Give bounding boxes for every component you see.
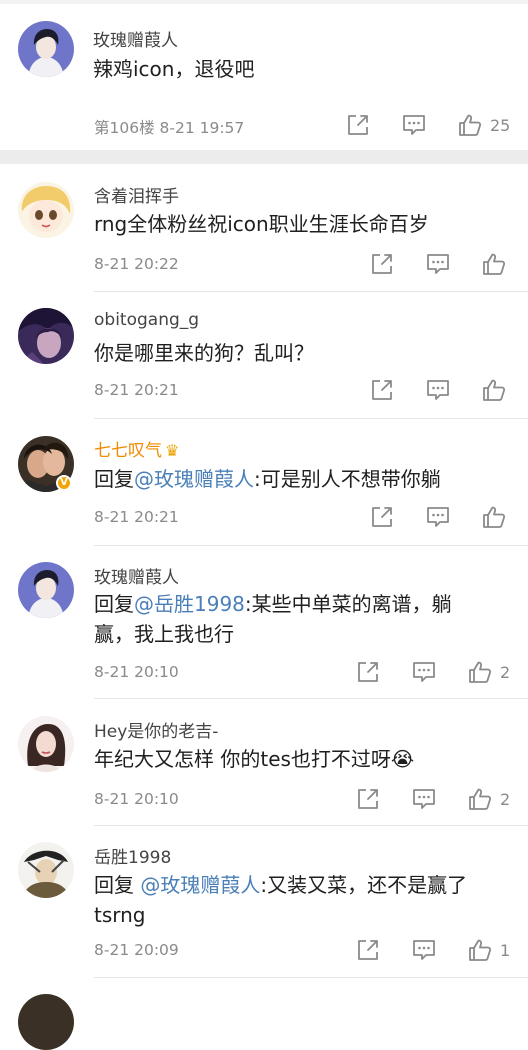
thumbs-up-icon[interactable] [481, 251, 507, 277]
thumbs-up-icon[interactable] [457, 112, 483, 138]
comment-icon[interactable] [411, 659, 437, 685]
comment-icon[interactable] [425, 251, 451, 277]
comment-floor-time: 第106楼 8-21 19:57 [94, 119, 245, 137]
reply-text: 回复@岳胜1998:某些中单菜的离谱，躺 赢，我上我也行 [94, 592, 452, 646]
repost-icon[interactable] [355, 659, 381, 685]
thumbs-up-icon[interactable] [467, 937, 493, 963]
repost-icon[interactable] [369, 504, 395, 530]
thumbs-up-icon[interactable] [481, 377, 507, 403]
reply-username[interactable]: 七七叹气 ♛ [94, 436, 179, 461]
reply-time: 8-21 20:10 [94, 790, 179, 808]
thumbs-up-icon[interactable] [467, 786, 493, 812]
like-count: 2 [500, 663, 511, 682]
reply-divider [94, 291, 528, 292]
reply-divider [94, 977, 528, 978]
thumbs-up-icon[interactable] [481, 504, 507, 530]
reply-divider [94, 418, 528, 419]
comment-icon[interactable] [411, 937, 437, 963]
repost-icon[interactable] [345, 112, 371, 138]
reply-text: 回复 @玫瑰赠葭人:又装又菜，还不是赢了 tsrng [94, 873, 468, 927]
like-count: 1 [500, 941, 511, 960]
reply-text: 年纪大又怎样 你的tes也打不过呀😭 [94, 747, 415, 771]
thumbs-up-icon[interactable] [467, 659, 493, 685]
reply-time: 8-21 20:10 [94, 663, 179, 681]
reply-time: 8-21 20:09 [94, 941, 179, 959]
avatar[interactable] [18, 21, 74, 77]
repost-icon[interactable] [355, 937, 381, 963]
reply-username[interactable]: 玫瑰赠葭人 [94, 563, 179, 588]
comment-icon[interactable] [401, 112, 427, 138]
section-divider [0, 150, 528, 164]
reply-time: 8-21 20:21 [94, 381, 179, 399]
reply-username[interactable]: 含着泪挥手 [94, 182, 179, 207]
reply-username[interactable]: obitogang_g [94, 310, 199, 330]
comment-text: 辣鸡icon，退役吧 [93, 57, 255, 81]
like-count: 25 [490, 116, 511, 135]
avatar[interactable] [18, 182, 74, 238]
comment-icon[interactable] [425, 504, 451, 530]
mention-link[interactable]: @岳胜1998 [134, 592, 245, 616]
reply-text: 回复@玫瑰赠葭人:可是别人不想带你躺 [94, 467, 441, 491]
avatar[interactable] [18, 716, 74, 772]
repost-icon[interactable] [369, 377, 395, 403]
reply-username[interactable]: Hey是你的老吉- [94, 717, 218, 742]
comment-username[interactable]: 玫瑰赠葭人 [93, 26, 178, 51]
verified-badge-icon [56, 475, 72, 491]
reply-divider [94, 698, 528, 699]
reply-text: rng全体粉丝祝icon职业生涯长命百岁 [94, 212, 429, 236]
reply-text: 你是哪里来的狗？乱叫？ [94, 341, 314, 365]
like-count: 2 [500, 790, 511, 809]
avatar[interactable] [18, 994, 74, 1050]
mention-link[interactable]: @玫瑰赠葭人 [140, 873, 260, 897]
crown-badge-icon: ♛ [165, 441, 180, 460]
avatar[interactable] [18, 842, 74, 898]
mention-link[interactable]: @玫瑰赠葭人 [134, 467, 254, 491]
main-comment [0, 4, 528, 150]
reply-time: 8-21 20:22 [94, 255, 179, 273]
reply-divider [94, 825, 528, 826]
comment-icon[interactable] [425, 377, 451, 403]
comment-icon[interactable] [411, 786, 437, 812]
reply-divider [94, 545, 528, 546]
avatar[interactable] [18, 562, 74, 618]
avatar[interactable] [18, 308, 74, 364]
repost-icon[interactable] [369, 251, 395, 277]
reply-username[interactable]: 岳胜1998 [94, 843, 171, 868]
repost-icon[interactable] [355, 786, 381, 812]
reply-time: 8-21 20:21 [94, 508, 179, 526]
